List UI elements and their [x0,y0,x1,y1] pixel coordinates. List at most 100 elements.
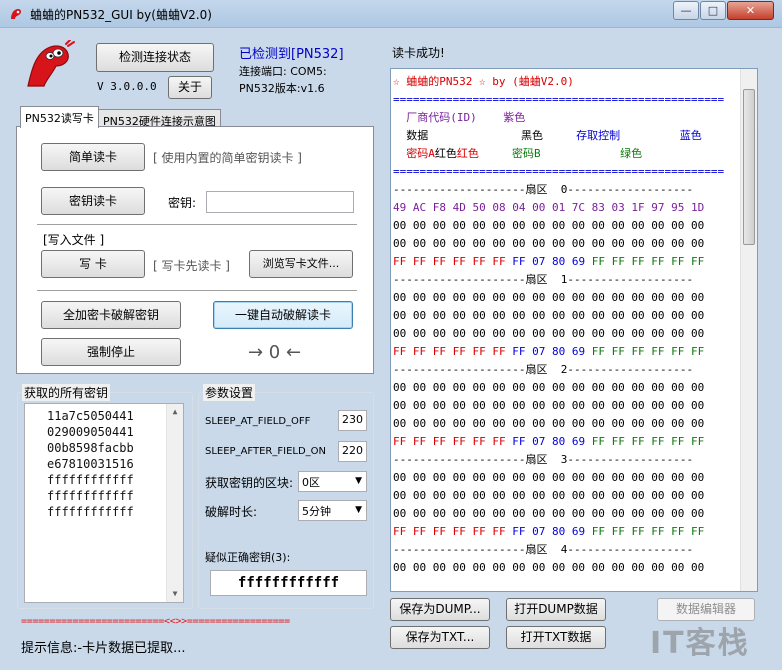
write-file-label: [写入文件 ] [43,233,105,247]
key-list-item[interactable]: e67810031516 [47,456,134,472]
scroll-up-icon[interactable]: ▲ [167,404,183,420]
dump-block-row: 00 00 00 00 00 00 00 00 00 00 00 00 00 0… [393,325,724,343]
key-b: FF FF FF FF FF FF [591,255,705,268]
dump-text: -------------------- [393,453,526,466]
minimize-button[interactable]: — [673,1,699,20]
dump-text: ------------------- [567,183,694,196]
dump-separator: ========================================… [393,165,725,178]
auto-crack-read-button[interactable]: 一键自动破解读卡 [213,301,353,329]
dump-text: ------------------- [567,453,694,466]
dump-text: ------------------- [567,273,694,286]
maximize-button[interactable]: □ [700,1,726,20]
key-label: 密钥: [168,196,197,210]
dump-text [543,129,576,142]
sector-label: 扇区 4 [525,543,568,556]
dump-text [393,129,406,142]
dump-scrollbar[interactable] [740,69,757,591]
key-list-item[interactable]: ffffffffffff [47,488,134,504]
open-txt-button[interactable]: 打开TXT数据 [506,626,606,649]
dump-block-row: 00 00 00 00 00 00 00 00 00 00 00 00 00 0… [393,487,724,505]
legend-color: 黑色 [520,129,543,142]
key-list-item[interactable]: 11a7c5050441 [47,408,134,424]
dump-text [541,147,620,160]
sector-header: --------------------扇区 2----------------… [393,361,724,379]
dump-title: 读卡成功! [392,46,445,60]
check-connection-button[interactable]: 检测连接状态 [96,43,214,72]
dump-text [479,147,512,160]
sleep-field-off-label: SLEEP_AT_FIELD_OFF [205,416,311,427]
save-dump-button[interactable]: 保存为DUMP... [390,598,490,621]
about-button[interactable]: 关于 [168,76,212,99]
force-stop-button[interactable]: 强制停止 [41,338,181,366]
write-hint: [ 写卡先读卡 ] [153,259,230,273]
chevron-down-icon: ▼ [355,476,362,486]
dump-separator-line: ========================================… [393,91,724,109]
app-icon [11,9,22,19]
crack-time-select[interactable]: 5分钟 ▼ [298,500,367,521]
dump-text [585,435,592,448]
dump-view[interactable]: ☆ 蛐蛐的PN532 ☆ by (蛐蛐V2.0) ================… [390,68,758,592]
dump-block-row: 00 00 00 00 00 00 00 00 00 00 00 00 00 0… [393,397,724,415]
sector-label: 扇区 2 [525,363,568,376]
dump-block-row: 00 00 00 00 00 00 00 00 00 00 00 00 00 0… [393,235,724,253]
key-b: FF FF FF FF FF FF [591,435,705,448]
params-group-title: 参数设置 [203,384,256,401]
legend-color: 紫色 [503,111,526,124]
suspected-key-field[interactable]: ffffffffffff [210,570,367,596]
divider [37,224,357,226]
block-data: 49 AC F8 4D 50 08 04 00 01 7C 83 03 1F 9… [393,201,705,214]
access-bits: FF 07 80 69 [512,525,586,538]
tab-read-write[interactable]: PN532读写卡 [20,106,99,128]
suspected-key-label: 疑似正确密钥(3): [205,551,291,564]
dump-header: ☆ 蛐蛐的PN532 ☆ by (蛐蛐V2.0) [393,75,574,88]
footer-divider: =========================<<>>===========… [21,616,290,627]
key-list-item[interactable]: ffffffffffff [47,504,134,520]
keys-items: 11a7c5050441 029009050441 00b8598facbb e678… [47,408,134,520]
legend-line: 密码A红色红色 密码B 绿色 [393,145,724,163]
key-a: FF FF FF FF FF FF [393,345,506,358]
dump-content: ☆ 蛐蛐的PN532 ☆ by (蛐蛐V2.0) ================… [393,73,724,577]
sector-trailer-row: FF FF FF FF FF FF FF 07 80 69 FF FF FF F… [393,253,724,271]
dump-text [585,255,592,268]
dump-block-row: 00 00 00 00 00 00 00 00 00 00 00 00 00 0… [393,379,724,397]
block-data: 00 00 00 00 00 00 00 00 00 00 00 00 00 0… [393,381,705,394]
scroll-thumb[interactable] [743,89,755,245]
key-list-item[interactable]: 029009050441 [47,424,134,440]
simple-read-button[interactable]: 简单读卡 [41,143,145,171]
write-card-button[interactable]: 写 卡 [41,250,145,278]
browse-write-file-button[interactable]: 浏览写卡文件... [249,250,353,278]
firmware-label: PN532版本:v1.6 [239,82,325,95]
scroll-down-icon[interactable]: ▼ [167,586,183,602]
key-read-button[interactable]: 密钥读卡 [41,187,145,215]
legend-label: 密码B [512,147,541,160]
sleep-field-off-input[interactable]: 230 [338,410,367,431]
close-button[interactable]: ✕ [727,1,774,20]
dump-block-row: 00 00 00 00 00 00 00 00 00 00 00 00 00 0… [393,415,724,433]
title-bar: 蛐蛐的PN532_GUI by(蛐蛐V2.0) — □ ✕ [0,0,782,28]
crack-time-label: 破解时长: [205,505,258,519]
open-dump-button[interactable]: 打开DUMP数据 [506,598,606,621]
dump-text [393,111,406,124]
block-data: 00 00 00 00 00 00 00 00 00 00 00 00 00 0… [393,291,705,304]
dump-block-row: 00 00 00 00 00 00 00 00 00 00 00 00 00 0… [393,469,724,487]
key-block-select[interactable]: 0区 ▼ [298,471,367,492]
dump-text: -------------------- [393,183,526,196]
chevron-down-icon: ▼ [355,505,362,515]
crack-full-encrypted-button[interactable]: 全加密卡破解密钥 [41,301,181,329]
status-hint: 提示信息:-卡片数据已提取... [21,641,186,656]
keys-group-title: 获取的所有密钥 [22,384,111,401]
version-label: V 3.0.0.0 [97,80,157,93]
sleep-after-on-input[interactable]: 220 [338,441,367,462]
block-data: 00 00 00 00 00 00 00 00 00 00 00 00 00 0… [393,507,705,520]
keys-scrollbar[interactable]: ▲ ▼ [166,404,183,602]
key-list-item[interactable]: 00b8598facbb [47,440,134,456]
key-list-item[interactable]: ffffffffffff [47,472,134,488]
legend-color: 蓝色 [679,129,702,142]
key-input[interactable] [206,191,354,213]
keys-list[interactable]: 11a7c5050441 029009050441 00b8598facbb e678… [24,403,184,603]
save-txt-button[interactable]: 保存为TXT... [390,626,490,649]
dump-text: ------------------- [567,363,694,376]
access-bits: FF 07 80 69 [512,255,586,268]
access-bits: FF 07 80 69 [512,435,586,448]
legend-line: 数据 黑色 存取控制 蓝色 [393,127,724,145]
